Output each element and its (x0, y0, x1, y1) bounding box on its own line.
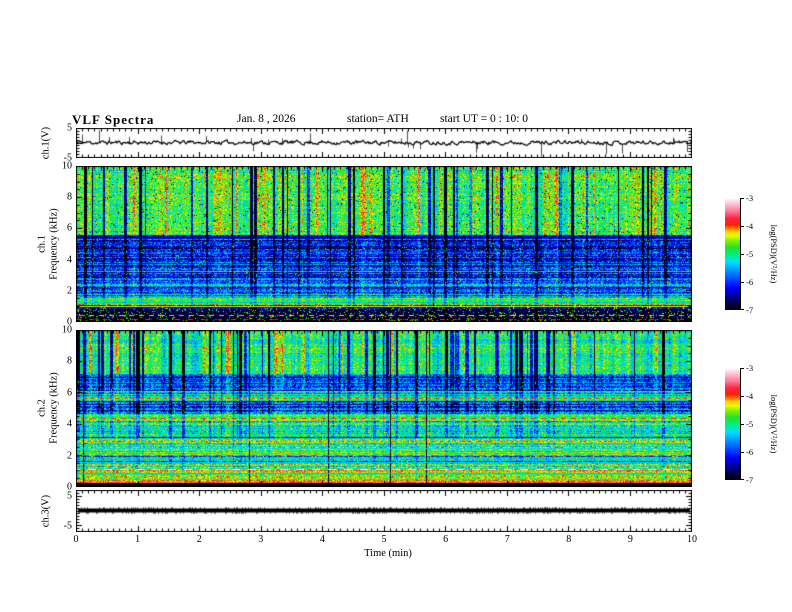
colorbar-tick-label: -7 (746, 305, 754, 315)
colorbar-ch2: log(PSD)(V²/Hz) -3 -4 -5 -6 -7 (725, 363, 792, 485)
start-ut-label: start UT = 0 : 10: 0 (440, 113, 529, 125)
colorbar-ch1: log(PSD)(V²/Hz) -3 -4 -5 -6 -7 (725, 193, 792, 315)
ch1-waveform-canvas (76, 128, 692, 158)
colorbar-tick-label: -5 (746, 419, 754, 429)
ch2-spectrogram-canvas (76, 330, 692, 487)
colorbar-tick-label: -6 (746, 447, 754, 457)
ch2-frequency-axis-label: ch.2 Frequency (kHz) (37, 372, 60, 443)
ch1-voltage-axis-label: ch.1(V) (40, 126, 52, 160)
ch2-label-line2: Frequency (kHz) (48, 372, 59, 444)
colorbar-ch1-gradient (725, 198, 741, 310)
colorbar-tick (740, 479, 744, 480)
x-tick-label: 2 (196, 534, 202, 545)
colorbar-tick (740, 309, 744, 310)
colorbar-ch2-gradient (725, 368, 741, 480)
colorbar-tick (740, 452, 744, 453)
colorbar-tick (740, 424, 744, 425)
colorbar-tick-label: -4 (746, 221, 754, 231)
colorbar-tick (740, 198, 744, 199)
y-tick-label: 6 (67, 222, 72, 234)
colorbar-tick (740, 396, 744, 397)
y-tick-label: 8 (67, 355, 72, 367)
ch2-spectrogram-panel (76, 330, 692, 487)
x-tick-label: 5 (381, 534, 387, 545)
colorbar-ch2-unit-label: log(PSD)(V²/Hz) (769, 394, 779, 454)
y-tick-label: -5 (63, 520, 72, 532)
colorbar-tick (740, 254, 744, 255)
colorbar-tick-label: -7 (746, 475, 754, 485)
x-tick-label: 0 (73, 534, 79, 545)
ch3-waveform-panel (76, 490, 692, 532)
colorbar-tick (740, 368, 744, 369)
x-axis-title: Time (min) (364, 548, 412, 559)
x-tick-label: 3 (258, 534, 264, 545)
y-tick-label: 5 (67, 490, 72, 502)
y-tick-label: 10 (62, 160, 72, 172)
colorbar-tick-label: -3 (746, 363, 754, 373)
y-tick-label: 10 (62, 324, 72, 336)
y-tick-label: 4 (67, 418, 72, 430)
ch1-spectrogram-panel (76, 166, 692, 322)
ch3-voltage-axis-label: ch.3(V) (40, 494, 52, 528)
colorbar-tick-label: -6 (746, 277, 754, 287)
figure-title: VLF Spectra (72, 112, 155, 127)
figure-date: Jan. 8 , 2026 (237, 113, 296, 125)
ch2-label-line1: ch.2 (36, 399, 48, 417)
colorbar-tick-label: -5 (746, 249, 754, 259)
y-tick-label: 5 (67, 122, 72, 134)
x-tick-label: 4 (319, 534, 325, 545)
y-tick-label: 8 (67, 191, 72, 203)
colorbar-tick-label: -3 (746, 193, 754, 203)
x-tick-label: 10 (687, 534, 697, 545)
y-tick-label: 4 (67, 254, 72, 266)
colorbar-ch1-unit-label: log(PSD)(V²/Hz) (769, 224, 779, 284)
ch1-frequency-axis-label: ch.1 Frequency (kHz) (37, 208, 60, 279)
ch1-waveform-panel (76, 128, 692, 158)
ch3-waveform-canvas (76, 490, 692, 532)
x-tick-label: 8 (566, 534, 572, 545)
y-tick-label: 2 (67, 285, 72, 297)
colorbar-tick (740, 226, 744, 227)
ch1-label-line2: Frequency (kHz) (48, 208, 59, 280)
vlf-spectra-figure: VLF Spectra Jan. 8 , 2026 station= ATH s… (0, 0, 792, 612)
ch1-label-line1: ch.1 (36, 235, 48, 253)
x-tick-label: 6 (443, 534, 449, 545)
colorbar-tick (740, 282, 744, 283)
station-label: station= ATH (347, 113, 409, 125)
y-tick-label: 2 (67, 450, 72, 462)
ch1-spectrogram-canvas (76, 166, 692, 322)
x-tick-label: 1 (135, 534, 141, 545)
colorbar-tick-label: -4 (746, 391, 754, 401)
y-tick-label: 6 (67, 387, 72, 399)
x-tick-label: 7 (504, 534, 510, 545)
x-tick-label: 9 (627, 534, 633, 545)
